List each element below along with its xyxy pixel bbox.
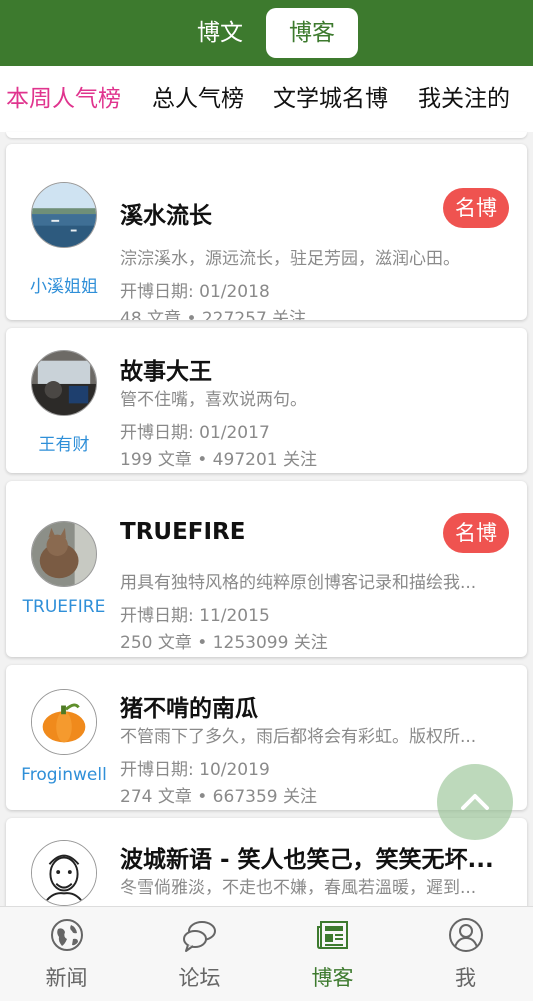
blog-description: 用具有独特风格的纯粹原创博客记录和描绘我...	[120, 573, 477, 593]
blog-title[interactable]: 猪不啃的南瓜	[120, 689, 510, 723]
nav-me[interactable]: 我	[399, 907, 532, 1001]
blog-start-date: 开博日期: 01/2018	[120, 282, 270, 302]
newspaper-icon	[316, 921, 348, 949]
tab-following[interactable]: 我关注的	[418, 66, 510, 132]
blog-title[interactable]: 波城新语 - 笑人也笑己，笑笑无坏...	[120, 840, 515, 874]
blog-description: 不管雨下了多久，雨后都将会有彩虹。版权所...	[120, 727, 477, 747]
tab-famous-blogs[interactable]: 文学城名博	[273, 66, 388, 132]
car-interior-avatar-icon[interactable]	[31, 350, 97, 416]
nav-forum[interactable]: 论坛	[133, 907, 266, 1001]
blog-card[interactable]: 王有财 故事大王 管不住嘴，喜欢说两句。 开博日期: 01/2017 199 文…	[6, 328, 527, 473]
blog-stats: 274 文章 • 667359 关注	[120, 787, 317, 807]
author-name[interactable]: 小溪姐姐	[6, 272, 122, 297]
chat-bubbles-icon	[182, 921, 216, 952]
blog-stats: 250 文章 • 1253099 关注	[120, 633, 328, 653]
blog-title[interactable]: 溪水流长	[120, 196, 420, 230]
tab-weekly-popular[interactable]: 本周人气榜	[6, 66, 121, 132]
blog-stats: 199 文章 • 497201 关注	[120, 450, 317, 470]
ranking-tabs: 本周人气榜 总人气榜 文学城名博 我关注的	[0, 66, 533, 132]
sketch-portrait-avatar-icon[interactable]	[31, 840, 97, 906]
author-name[interactable]: TRUEFIRE	[6, 597, 122, 617]
blog-title[interactable]: TRUEFIRE	[120, 519, 420, 545]
globe-icon	[50, 919, 83, 951]
chevron-up-icon	[461, 794, 489, 810]
blog-description: 淙淙溪水，源远流长，驻足芳园，滋润心田。	[120, 249, 460, 269]
bottom-navigation: 新闻 论坛 博客 我	[0, 906, 533, 1001]
segment-blogs[interactable]: 博客	[266, 8, 358, 58]
blog-stats: 48 文章 • 227257 关注	[120, 309, 307, 320]
author-name[interactable]: 王有财	[6, 430, 122, 455]
nav-news-label: 新闻	[45, 966, 88, 990]
pumpkin-avatar-icon[interactable]	[31, 689, 97, 755]
lake-avatar-icon[interactable]	[31, 182, 97, 248]
nav-blog[interactable]: 博客	[266, 907, 399, 1001]
blog-start-date: 开博日期: 01/2017	[120, 423, 270, 443]
top-header-bar: 博文 博客	[0, 0, 533, 66]
blog-start-date: 开博日期: 11/2015	[120, 606, 270, 626]
previous-card-edge	[6, 132, 527, 138]
famous-blog-badge: 名博	[443, 513, 509, 553]
segment-posts[interactable]: 博文	[174, 8, 266, 58]
nav-forum-label: 论坛	[178, 966, 221, 990]
nav-blog-label: 博客	[311, 966, 354, 990]
author-name[interactable]: Froginwell	[6, 765, 122, 785]
user-icon	[448, 918, 483, 952]
nav-news[interactable]: 新闻	[0, 907, 133, 1001]
blog-card[interactable]: TRUEFIRE TRUEFIRE 名博 用具有独特风格的纯粹原创博客记录和描绘…	[6, 481, 527, 657]
cat-avatar-icon[interactable]	[31, 521, 97, 587]
blog-description: 管不住嘴，喜欢说两句。	[120, 390, 307, 410]
blog-start-date: 开博日期: 10/2019	[120, 760, 270, 780]
scroll-to-top-button[interactable]	[437, 764, 513, 840]
tab-all-time-popular[interactable]: 总人气榜	[152, 66, 244, 132]
famous-blog-badge: 名博	[443, 188, 509, 228]
blog-title[interactable]: 故事大王	[120, 352, 510, 386]
blog-description: 冬雪倘雅淡，不走也不嫌，春風若溫暖，遲到...	[120, 878, 477, 898]
blog-card[interactable]: 小溪姐姐 溪水流长 名博 淙淙溪水，源远流长，驻足芳园，滋润心田。 开博日期: …	[6, 144, 527, 320]
nav-me-label: 我	[455, 966, 476, 990]
